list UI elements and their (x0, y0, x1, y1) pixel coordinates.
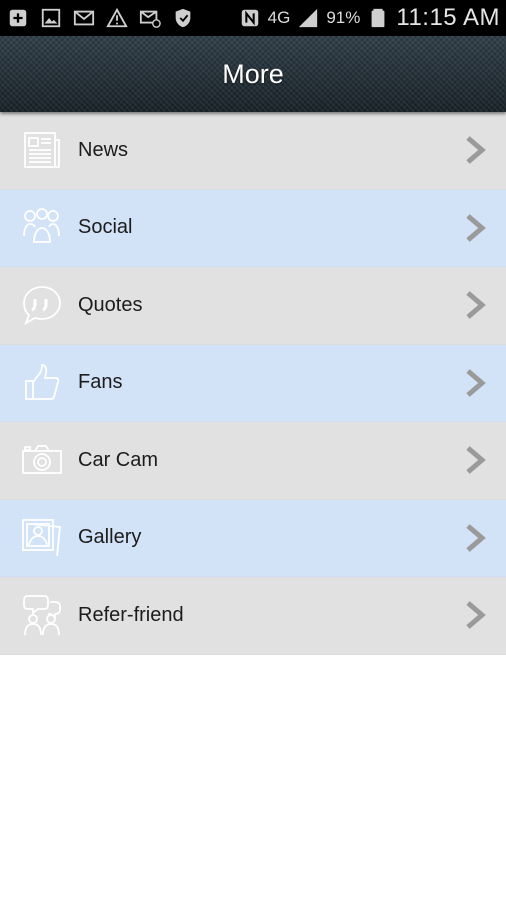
menu-item-label: Car Cam (78, 448, 159, 471)
menu-item-label: Gallery (78, 526, 142, 549)
chevron-right-icon (464, 523, 486, 553)
quote-bubble-icon (19, 282, 65, 328)
chevron-right-icon (464, 600, 486, 630)
menu-item-refer-friend[interactable]: Refer-friend (0, 577, 506, 655)
page-title: More (222, 58, 284, 89)
add-icon (6, 6, 30, 30)
thumbs-up-icon (19, 360, 65, 406)
shield-icon (171, 6, 195, 30)
header-bar: More (0, 36, 506, 112)
camera-icon (19, 437, 65, 483)
chevron-right-icon (464, 135, 486, 165)
menu-item-social[interactable]: Social (0, 189, 506, 267)
clock: 11:15 AM (396, 4, 500, 31)
chevron-right-icon (464, 290, 486, 320)
menu-item-label: Refer-friend (78, 603, 184, 626)
gallery-icon (19, 515, 65, 561)
menu-item-gallery[interactable]: Gallery (0, 499, 506, 577)
status-bar: 4G 91% 11:15 AM (0, 0, 506, 36)
menu-item-label: Social (78, 216, 133, 239)
gmail-icon (72, 6, 96, 30)
menu-item-quotes[interactable]: Quotes (0, 267, 506, 345)
nfc-icon (238, 6, 262, 30)
signal-icon (296, 6, 320, 30)
refer-friend-icon (19, 592, 65, 638)
chevron-right-icon (464, 445, 486, 475)
email-icon (138, 6, 162, 30)
menu-list: News Social Quotes Fans Car Cam Gallery … (0, 112, 506, 655)
menu-item-label: News (78, 138, 129, 161)
people-icon (19, 205, 65, 251)
image-icon (39, 6, 63, 30)
chevron-right-icon (464, 213, 486, 243)
battery-percent: 91% (326, 8, 361, 27)
menu-item-car-cam[interactable]: Car Cam (0, 422, 506, 500)
network-4g-indicator: 4G (267, 8, 291, 27)
battery-icon (366, 6, 390, 30)
menu-item-label: Fans (78, 371, 123, 394)
menu-item-news[interactable]: News (0, 112, 506, 190)
menu-item-label: Quotes (78, 293, 143, 316)
chevron-right-icon (464, 368, 486, 398)
menu-item-fans[interactable]: Fans (0, 344, 506, 422)
warning-icon (105, 6, 129, 30)
newspaper-icon (19, 127, 65, 173)
